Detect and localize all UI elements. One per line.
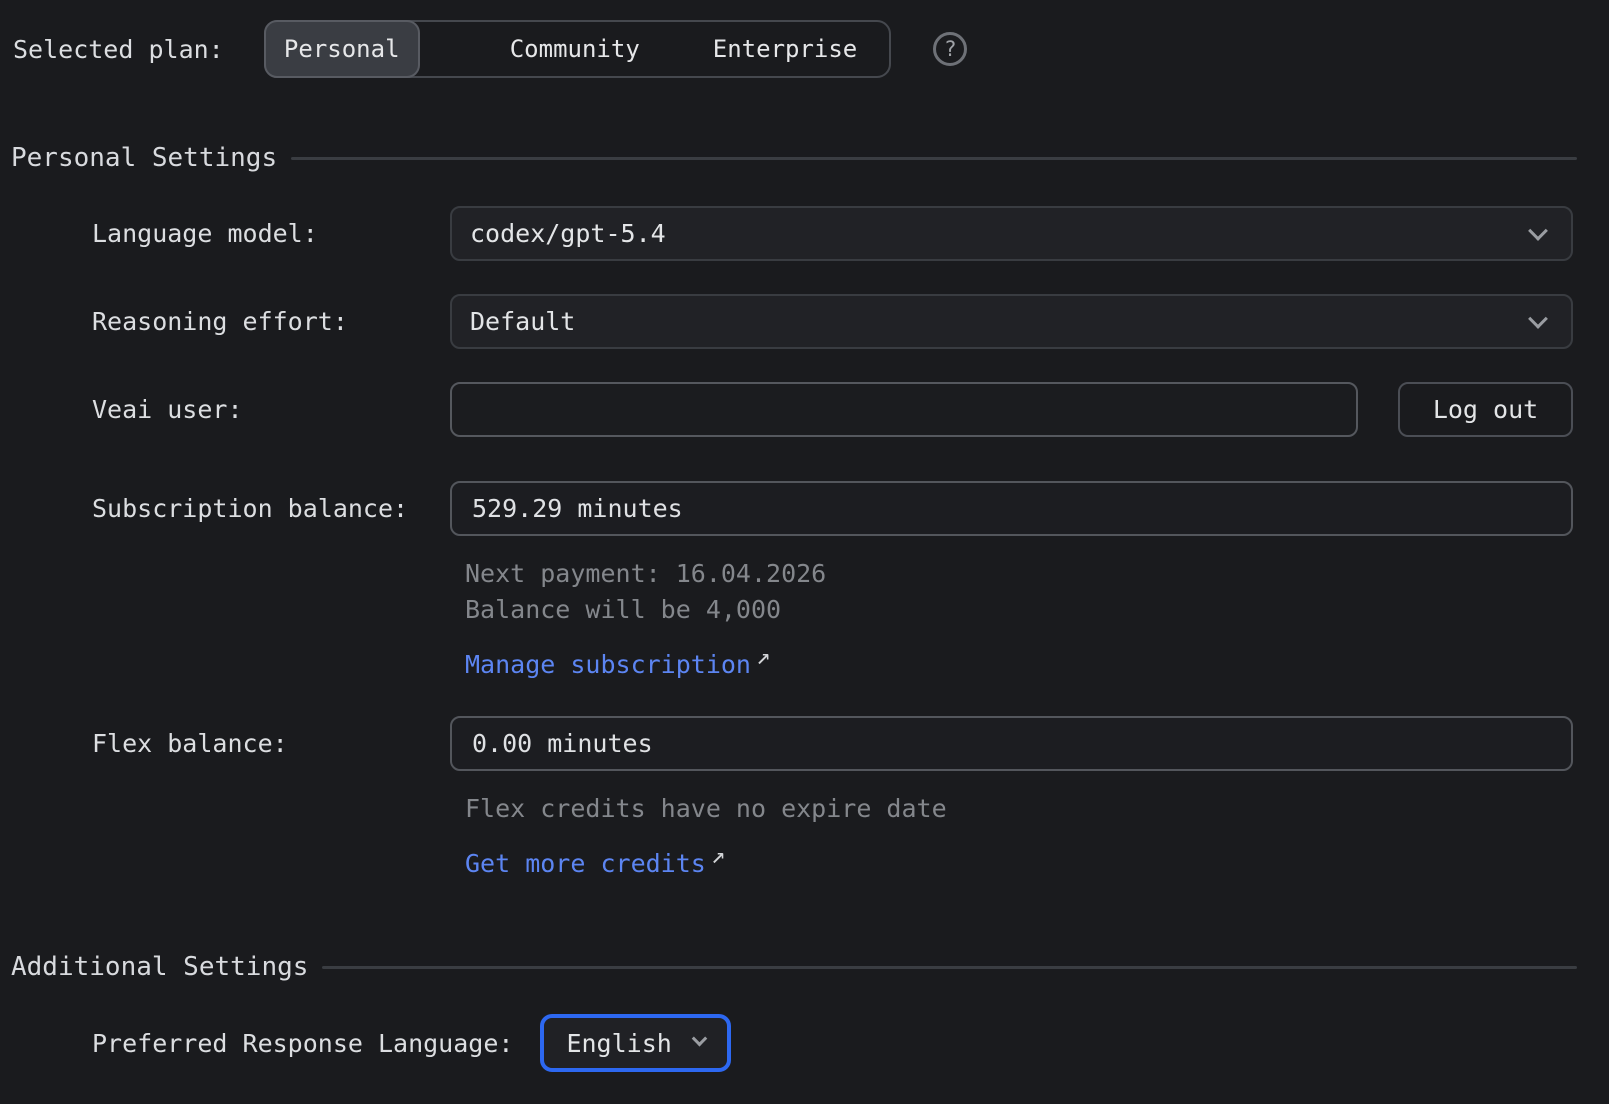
additional-settings-header: Additional Settings (0, 952, 1609, 982)
preferred-language-row: Preferred Response Language: English (0, 1014, 1609, 1072)
subscription-balance-value: 529.29 minutes (472, 494, 683, 523)
personal-settings-form: Language model: codex/gpt-5.4 Reasoning … (0, 206, 1609, 882)
subscription-balance-value-field: 529.29 minutes (450, 481, 1573, 536)
flex-credits-note: Flex credits have no expire date (465, 791, 1573, 827)
chevron-down-icon (692, 1030, 708, 1046)
plan-option-personal[interactable]: Personal (264, 20, 420, 78)
chevron-down-icon (1528, 309, 1548, 329)
reasoning-effort-select[interactable]: Default (450, 294, 1573, 349)
language-model-label: Language model: (92, 206, 450, 261)
flex-balance-row: Flex balance: 0.00 minutes Flex credits … (92, 716, 1573, 882)
flex-balance-value-field: 0.00 minutes (450, 716, 1573, 771)
plan-segmented-control: Personal Community Enterprise (264, 20, 892, 78)
preferred-language-select[interactable]: English (540, 1014, 730, 1072)
personal-settings-header: Personal Settings (0, 143, 1609, 173)
balance-note-text: Balance will be 4,000 (465, 592, 1573, 628)
language-model-select[interactable]: codex/gpt-5.4 (450, 206, 1573, 261)
manage-subscription-link[interactable]: Manage subscription (465, 650, 751, 679)
section-divider (322, 966, 1577, 969)
subscription-balance-row: Subscription balance: 529.29 minutes Nex… (92, 481, 1573, 683)
veai-user-input[interactable] (450, 382, 1358, 437)
language-model-value: codex/gpt-5.4 (470, 219, 666, 248)
flex-balance-label: Flex balance: (92, 716, 450, 771)
external-link-icon: ↗ (711, 837, 725, 873)
selected-plan-label: Selected plan: (13, 35, 224, 64)
veai-user-label: Veai user: (92, 382, 450, 437)
flex-balance-hints: Flex credits have no expire date Get mor… (450, 791, 1573, 882)
question-mark-glyph: ? (944, 37, 957, 61)
plan-option-enterprise[interactable]: Enterprise (713, 35, 858, 63)
reasoning-effort-value: Default (470, 307, 575, 336)
preferred-language-value: English (566, 1029, 671, 1058)
additional-settings-title: Additional Settings (11, 952, 308, 982)
subscription-balance-label: Subscription balance: (92, 481, 450, 536)
reasoning-effort-label: Reasoning effort: (92, 294, 450, 349)
section-divider (291, 157, 1577, 160)
log-out-button[interactable]: Log out (1398, 382, 1573, 437)
chevron-down-icon (1528, 221, 1548, 241)
get-more-credits-link[interactable]: Get more credits (465, 849, 706, 878)
preferred-language-label: Preferred Response Language: (92, 1029, 513, 1058)
external-link-icon: ↗ (756, 638, 770, 674)
help-icon[interactable]: ? (933, 32, 967, 66)
personal-settings-title: Personal Settings (11, 143, 277, 173)
reasoning-effort-row: Reasoning effort: Default (92, 294, 1573, 349)
plan-selector-row: Selected plan: Personal Community Enterp… (0, 0, 1609, 78)
language-model-row: Language model: codex/gpt-5.4 (92, 206, 1573, 261)
subscription-hints: Next payment: 16.04.2026 Balance will be… (450, 556, 1573, 683)
veai-user-row: Veai user: Log out (92, 382, 1573, 437)
next-payment-text: Next payment: 16.04.2026 (465, 556, 1573, 592)
plan-option-community[interactable]: Community (510, 35, 640, 63)
flex-balance-value: 0.00 minutes (472, 729, 653, 758)
